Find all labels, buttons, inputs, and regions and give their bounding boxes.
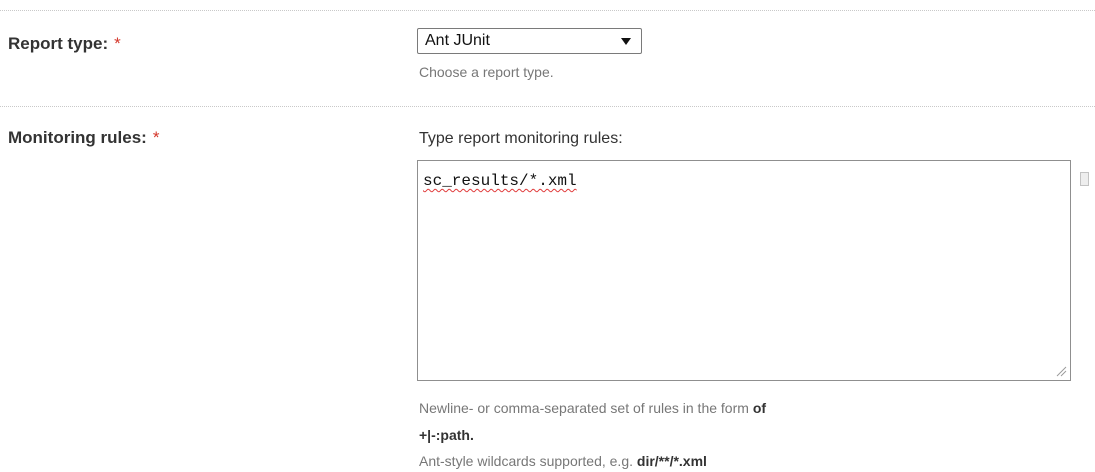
report-type-label: Report type: *	[8, 34, 121, 54]
resize-grip-icon[interactable]	[1055, 365, 1067, 377]
help-text-example: dir/**/*.xml	[636, 453, 707, 469]
chevron-down-icon	[621, 38, 631, 45]
monitoring-rules-caption: Type report monitoring rules:	[419, 130, 623, 147]
help-text-line-1-bold: of	[752, 400, 767, 416]
help-text-line-3: Ant-style wildcards supported, e.g. dir/…	[419, 453, 707, 469]
report-type-label-text: Report type:	[8, 34, 109, 53]
help-text-line-2: +|-:path.	[419, 427, 474, 443]
scrollbar-stub[interactable]	[1080, 172, 1089, 186]
monitoring-rules-label-text: Monitoring rules:	[8, 128, 147, 147]
monitoring-rules-textarea[interactable]: sc_results/*.xml	[417, 160, 1071, 381]
help-text-line-1-prefix: Newline- or comma-separated set of rules…	[419, 400, 753, 416]
section-divider-top	[0, 10, 1095, 11]
help-text-line-1: Newline- or comma-separated set of rules…	[419, 400, 766, 416]
section-divider	[0, 106, 1095, 107]
report-type-hint: Choose a report type.	[419, 64, 554, 80]
monitoring-rules-value: sc_results/*.xml	[423, 172, 577, 190]
help-text-syntax: +|-:path.	[419, 427, 474, 443]
report-type-select[interactable]: Ant JUnit	[417, 28, 642, 54]
report-type-selected-value: Ant JUnit	[425, 32, 490, 49]
help-text-line-3-prefix: Ant-style wildcards supported, e.g.	[419, 453, 637, 469]
required-marker: *	[152, 128, 160, 147]
required-marker: *	[114, 34, 121, 53]
monitoring-rules-label: Monitoring rules: *	[8, 128, 159, 148]
